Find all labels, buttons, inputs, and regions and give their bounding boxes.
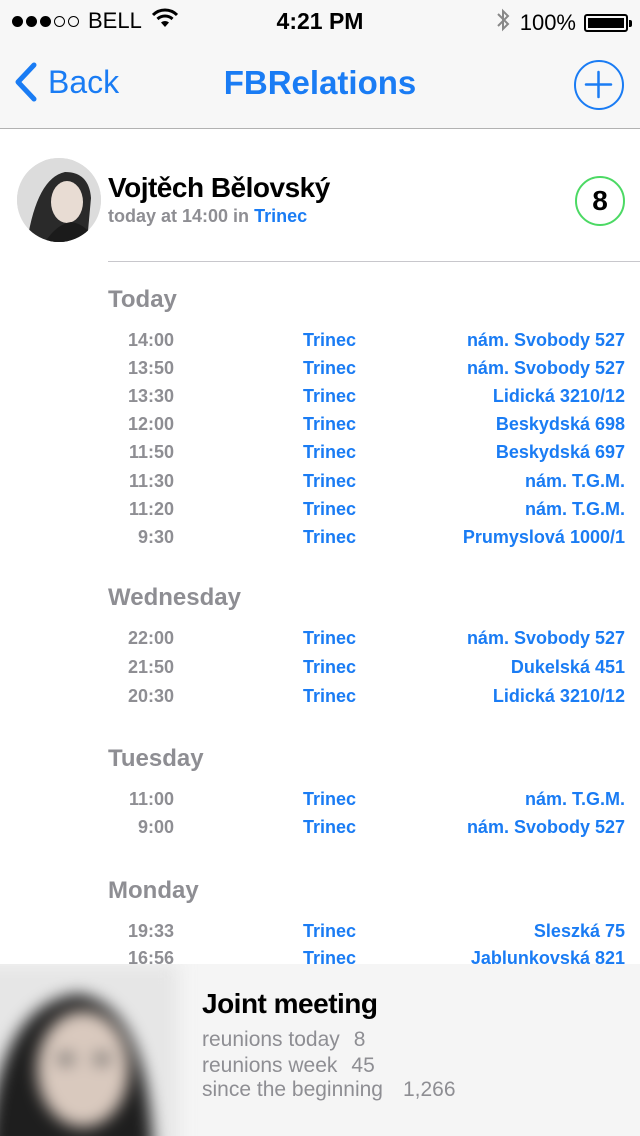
- stat-reunions-week: reunions week 45: [202, 1054, 375, 1078]
- battery-percent: 100%: [519, 10, 576, 35]
- profile-name: Vojtěch Bělovský: [108, 172, 330, 203]
- section-header: Today: [108, 286, 177, 313]
- profile-subtitle: today at 14:00 in Trinec: [108, 206, 307, 227]
- log-city-link[interactable]: Trinec: [303, 686, 356, 707]
- visit-log[interactable]: Today 14:00 Trinec nám. Svobody 527 13:50 Tri…: [0, 262, 640, 964]
- log-city-link[interactable]: Trinec: [303, 414, 356, 435]
- log-street-link[interactable]: nám. T.G.M.: [525, 471, 625, 492]
- log-row[interactable]: 16:56 Trinec Jablunkovská 821: [0, 948, 640, 964]
- log-row[interactable]: 13:50 Trinec nám. Svobody 527: [0, 358, 640, 386]
- log-row[interactable]: 13:30 Trinec Lidická 3210/12: [0, 386, 640, 414]
- stat-label: reunions week: [202, 1054, 338, 1077]
- log-row[interactable]: 20:30 Trinec Lidická 3210/12: [0, 686, 640, 714]
- log-time: 11:30: [128, 470, 174, 491]
- avatar: [17, 158, 101, 242]
- back-label: Back: [48, 63, 120, 100]
- log-street-link[interactable]: Beskydská 697: [496, 442, 625, 463]
- bluetooth-icon: [496, 8, 510, 38]
- stat-value: 8: [353, 1028, 366, 1051]
- joint-title: Joint meeting: [202, 988, 378, 1019]
- log-street-link[interactable]: nám. Svobody 527: [467, 628, 625, 649]
- log-time: 13:30: [127, 386, 174, 407]
- profile-header: Vojtěch Bělovský today at 14:00 in Trine…: [0, 128, 640, 261]
- log-street-link[interactable]: nám. T.G.M.: [525, 499, 625, 520]
- stat-value: 1,266: [402, 1078, 456, 1101]
- log-row[interactable]: 12:00 Trinec Beskydská 698: [0, 414, 640, 442]
- log-row[interactable]: 9:00 Trinec nám. Svobody 527: [0, 817, 640, 845]
- log-street-link[interactable]: Sleszká 75: [534, 921, 625, 942]
- log-time: 9:30: [137, 526, 174, 547]
- joint-photo: [0, 964, 178, 1136]
- log-time: 22:00: [127, 628, 174, 648]
- log-city-link[interactable]: Trinec: [303, 499, 356, 520]
- log-row[interactable]: 11:50 Trinec Beskydská 697: [0, 442, 640, 470]
- log-row[interactable]: 9:30 Trinec Prumyslová 1000/1: [0, 527, 640, 555]
- log-city-link[interactable]: Trinec: [303, 471, 356, 492]
- log-street-link[interactable]: Beskydská 698: [496, 414, 625, 435]
- stat-since-beginning: since the beginning 1,266: [202, 1078, 456, 1102]
- log-street-link[interactable]: Prumyslová 1000/1: [463, 527, 625, 548]
- battery-icon: [584, 14, 632, 32]
- log-row[interactable]: 21:50 Trinec Dukelská 451: [0, 657, 640, 685]
- plus-icon: [584, 70, 613, 99]
- log-time: 20:30: [127, 686, 174, 706]
- log-city-link[interactable]: Trinec: [303, 358, 356, 379]
- log-city-link[interactable]: Trinec: [303, 657, 356, 678]
- stat-reunions-today: reunions today 8: [202, 1028, 365, 1052]
- log-time: 12:00: [127, 414, 174, 435]
- chevron-left-icon: [15, 62, 37, 102]
- log-city-link[interactable]: Trinec: [303, 330, 356, 351]
- log-row[interactable]: 11:20 Trinec nám. T.G.M.: [0, 499, 640, 527]
- navigation-bar: Back FBRelations: [0, 40, 640, 129]
- log-row[interactable]: 11:30 Trinec nám. T.G.M.: [0, 471, 640, 499]
- log-time: 9:00: [137, 817, 174, 837]
- log-street-link[interactable]: nám. Svobody 527: [467, 330, 625, 351]
- log-time: 21:50: [127, 657, 174, 677]
- log-street-link[interactable]: Lidická 3210/12: [493, 686, 625, 707]
- log-time: 16:56: [127, 948, 174, 964]
- joint-meeting-panel[interactable]: Joint meeting reunions today 8 reunions w…: [0, 964, 640, 1136]
- back-button[interactable]: Back: [14, 62, 119, 102]
- add-button[interactable]: [574, 60, 624, 110]
- log-time: 13:50: [127, 358, 174, 379]
- log-street-link[interactable]: nám. Svobody 527: [467, 358, 625, 379]
- log-time: 19:33: [127, 921, 174, 941]
- log-row[interactable]: 19:33 Trinec Sleszká 75: [0, 921, 640, 949]
- log-street-link[interactable]: Dukelská 451: [511, 657, 625, 678]
- log-city-link[interactable]: Trinec: [303, 527, 356, 548]
- section-header: Wednesday: [108, 584, 241, 611]
- stat-label: since the beginning: [202, 1078, 383, 1101]
- log-time: 11:50: [128, 442, 174, 463]
- section-header: Monday: [108, 877, 199, 904]
- log-row[interactable]: 14:00 Trinec nám. Svobody 527: [0, 330, 640, 358]
- profile-location-link[interactable]: Trinec: [254, 206, 307, 226]
- count-badge: 8: [575, 176, 625, 226]
- section-header: Tuesday: [108, 745, 204, 772]
- log-time: 11:20: [128, 498, 174, 519]
- log-city-link[interactable]: Trinec: [303, 386, 356, 407]
- log-street-link[interactable]: Jablunkovská 821: [471, 948, 625, 964]
- log-row[interactable]: 22:00 Trinec nám. Svobody 527: [0, 628, 640, 656]
- log-street-link[interactable]: nám. Svobody 527: [467, 817, 625, 838]
- log-time: 14:00: [127, 330, 174, 350]
- log-time: 11:00: [128, 789, 174, 809]
- status-right: 100%: [496, 8, 632, 38]
- log-city-link[interactable]: Trinec: [303, 948, 356, 964]
- log-city-link[interactable]: Trinec: [303, 921, 356, 942]
- profile-last-seen: today at 14:00 in: [108, 206, 250, 226]
- stat-value: 45: [351, 1054, 375, 1077]
- log-city-link[interactable]: Trinec: [303, 817, 356, 838]
- stat-label: reunions today: [202, 1028, 340, 1051]
- log-row[interactable]: 11:00 Trinec nám. T.G.M.: [0, 789, 640, 817]
- log-city-link[interactable]: Trinec: [303, 628, 356, 649]
- log-city-link[interactable]: Trinec: [303, 442, 356, 463]
- status-bar: BELL 4:21 PM 100%: [0, 0, 640, 40]
- log-street-link[interactable]: nám. T.G.M.: [525, 789, 625, 810]
- log-city-link[interactable]: Trinec: [303, 789, 356, 810]
- log-street-link[interactable]: Lidická 3210/12: [493, 386, 625, 407]
